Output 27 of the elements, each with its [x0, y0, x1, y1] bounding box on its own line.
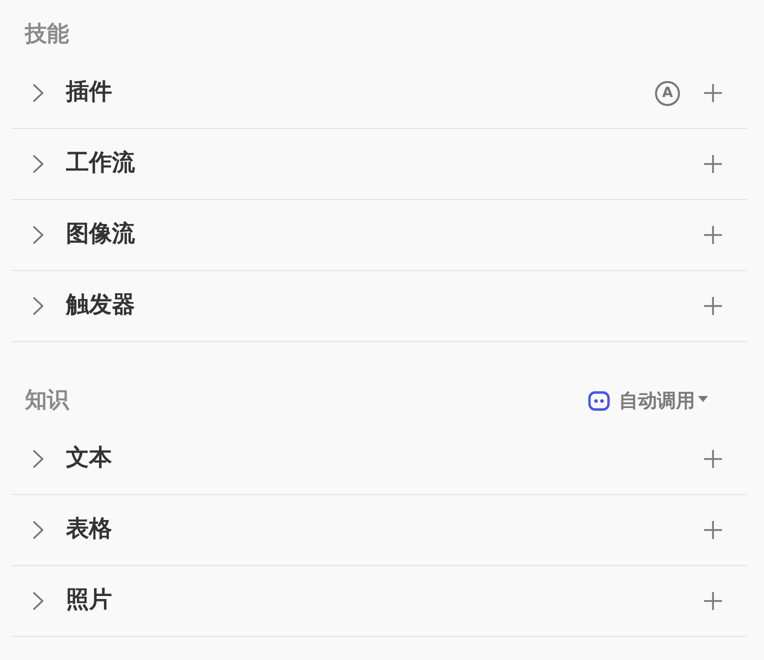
section-title: 知识: [25, 388, 69, 414]
caret-icon: [698, 396, 708, 402]
plus-icon[interactable]: [704, 155, 722, 173]
item-label: 表格: [66, 516, 112, 544]
mode-dropdown[interactable]: 自动调用: [588, 390, 708, 412]
chevron-icon[interactable]: [32, 154, 44, 174]
chevron-icon[interactable]: [32, 83, 44, 103]
item-label: 图像流: [66, 221, 135, 249]
plus-icon[interactable]: [704, 521, 722, 539]
item-label: 触发器: [66, 292, 135, 320]
plus-icon[interactable]: [704, 592, 722, 610]
item-label: 文本: [66, 445, 112, 473]
plus-icon[interactable]: [704, 297, 722, 315]
item-label: 插件: [66, 79, 112, 107]
chevron-icon[interactable]: [32, 225, 44, 245]
plus-icon[interactable]: [704, 226, 722, 244]
chevron-icon[interactable]: [32, 296, 44, 316]
chevron-icon[interactable]: [32, 449, 44, 469]
item-label: 工作流: [66, 150, 135, 178]
robot-icon: [588, 390, 610, 412]
chevron-icon[interactable]: [32, 591, 44, 611]
item-label: 照片: [66, 587, 112, 615]
chevron-icon[interactable]: [32, 520, 44, 540]
plus-icon[interactable]: [704, 84, 722, 102]
plus-icon[interactable]: [704, 450, 722, 468]
section-title: 技能: [25, 22, 69, 48]
letter-badge: A: [655, 80, 680, 106]
